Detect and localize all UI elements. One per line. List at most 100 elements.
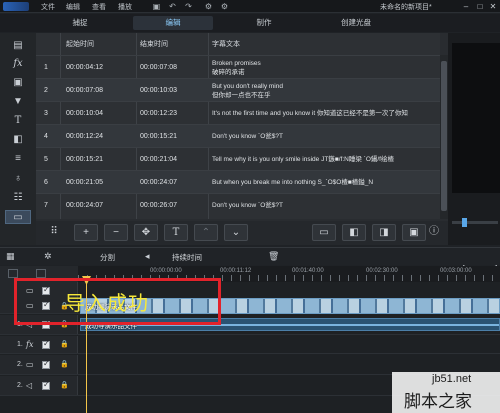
track-number: 2. bbox=[17, 382, 23, 389]
end-time[interactable]: 00:00:15:21 bbox=[140, 125, 210, 148]
end-time[interactable]: 00:00:10:03 bbox=[140, 79, 210, 102]
monitor-icon: ▭ bbox=[26, 360, 34, 369]
subtitle-text[interactable]: It's not the first time and you know it … bbox=[212, 102, 440, 125]
menu-view[interactable]: 查看 bbox=[92, 2, 106, 12]
row-number: 1 bbox=[44, 64, 48, 71]
end-time[interactable]: 00:00:12:23 bbox=[140, 102, 210, 125]
subtitle-text[interactable]: Don't you know `O瓮$?T bbox=[212, 125, 440, 148]
scrollbar-thumb[interactable] bbox=[441, 61, 447, 211]
tab-edit[interactable]: 编辑 bbox=[133, 16, 213, 30]
speaker-icon[interactable]: ◂ bbox=[145, 251, 150, 262]
start-time[interactable]: 00:00:24:07 bbox=[66, 194, 136, 217]
table-row[interactable]: 5 00:00:15:21 00:00:21:04 Tell me why it… bbox=[36, 147, 440, 170]
grip-icon: ⠿ bbox=[50, 226, 58, 237]
view-toggle-icon[interactable] bbox=[8, 269, 18, 278]
delete-icon[interactable]: 🗑 bbox=[268, 251, 279, 262]
move-icon[interactable]: ✥ bbox=[134, 224, 158, 241]
close-icon[interactable]: ✕ bbox=[487, 1, 499, 12]
table-row[interactable]: 1 00:00:04:12 00:00:07:08 Broken promise… bbox=[36, 55, 440, 78]
subtitle-text[interactable]: Tell me why it is you only smile inside … bbox=[212, 148, 440, 171]
redo-icon[interactable]: ↷ bbox=[184, 2, 193, 11]
table-row[interactable]: 7 00:00:24:07 00:00:26:07 Don't you know… bbox=[36, 193, 440, 216]
column-header-end[interactable]: 结束时间 bbox=[140, 35, 168, 55]
start-time[interactable]: 00:00:10:04 bbox=[66, 102, 136, 125]
track-enable-checkbox[interactable] bbox=[42, 359, 50, 369]
subtitle-text[interactable]: Don't you know `O瓮$?T bbox=[212, 194, 440, 217]
import-success-message: 导入成功 bbox=[65, 291, 149, 315]
text-icon[interactable]: T bbox=[164, 224, 188, 241]
start-time[interactable]: 00:00:04:12 bbox=[66, 56, 136, 79]
chapter-icon[interactable]: ☷ bbox=[10, 191, 26, 205]
down-icon[interactable]: ⌄ bbox=[224, 224, 248, 241]
folder-icon[interactable]: ▭ bbox=[312, 224, 336, 241]
add-subtitle-button[interactable]: + bbox=[74, 224, 98, 241]
minimize-icon[interactable]: – bbox=[460, 1, 472, 12]
track-manager-icon[interactable]: ▦ bbox=[6, 251, 15, 262]
menu-file[interactable]: 文件 bbox=[41, 2, 55, 12]
end-time[interactable]: 00:00:21:04 bbox=[140, 148, 210, 171]
table-row[interactable]: 2 00:00:07:08 00:00:10:03 But you don't … bbox=[36, 78, 440, 101]
start-time[interactable]: 00:00:15:21 bbox=[66, 148, 136, 171]
title-icon[interactable]: T bbox=[10, 114, 26, 128]
tab-create-disc[interactable]: 创建光盘 bbox=[316, 16, 396, 30]
preview-panel: ▷ □ ◁ bbox=[448, 33, 500, 267]
fx-icon[interactable]: fx bbox=[10, 57, 26, 71]
preview-slider[interactable] bbox=[452, 221, 498, 224]
table-row[interactable]: 4 00:00:12:24 00:00:15:21 Don't you know… bbox=[36, 124, 440, 147]
transition-icon[interactable]: ◧ bbox=[10, 133, 26, 147]
slider-knob[interactable] bbox=[462, 218, 467, 227]
maximize-icon[interactable]: □ bbox=[474, 1, 486, 12]
subtitle-text[interactable]: But when you break me into nothing S_`O$… bbox=[212, 171, 440, 194]
end-time[interactable]: 00:00:07:08 bbox=[140, 56, 210, 79]
lock-icon[interactable]: 🔒 bbox=[60, 381, 69, 389]
table-row[interactable]: 3 00:00:10:04 00:00:12:23 It's not the f… bbox=[36, 101, 440, 124]
tab-produce[interactable]: 制作 bbox=[224, 16, 304, 30]
end-time[interactable]: 00:00:24:07 bbox=[140, 171, 210, 194]
audio-mixing-icon[interactable]: ≡ bbox=[10, 152, 26, 166]
settings-icon[interactable]: ▣ bbox=[402, 224, 426, 241]
vertical-scrollbar[interactable] bbox=[440, 55, 448, 219]
export-icon[interactable]: ◨ bbox=[372, 224, 396, 241]
gear-icon[interactable]: ⚙ bbox=[220, 2, 229, 11]
remove-subtitle-button[interactable]: − bbox=[104, 224, 128, 241]
zoom-icon[interactable] bbox=[36, 269, 46, 278]
undo-icon[interactable]: ↶ bbox=[168, 2, 177, 11]
track-enable-checkbox[interactable] bbox=[42, 339, 50, 349]
voiceover-icon[interactable]: ♁ bbox=[10, 172, 26, 186]
up-icon[interactable]: ⌃ bbox=[194, 224, 218, 241]
lock-icon[interactable]: 🔒 bbox=[60, 340, 69, 348]
column-header-start[interactable]: 起始时间 bbox=[66, 35, 94, 55]
start-time[interactable]: 00:00:12:24 bbox=[66, 125, 136, 148]
menu-edit[interactable]: 编辑 bbox=[66, 2, 80, 12]
preview-screen bbox=[452, 43, 500, 193]
watermark-url: jb51.net bbox=[432, 373, 472, 385]
pip-icon[interactable]: ▣ bbox=[10, 76, 26, 90]
table-row[interactable]: 6 00:00:21:05 00:00:24:07 But when you b… bbox=[36, 170, 440, 193]
effect-track[interactable]: 1. fx 🔒 bbox=[0, 336, 500, 354]
ruler-label: 00:01:40:00 bbox=[292, 268, 324, 274]
start-time[interactable]: 00:00:21:05 bbox=[66, 171, 136, 194]
tab-capture[interactable]: 捕捉 bbox=[40, 16, 120, 30]
info-icon[interactable]: ⓘ bbox=[424, 224, 444, 241]
track-enable-checkbox[interactable] bbox=[42, 380, 50, 390]
column-header-text[interactable]: 字幕文本 bbox=[212, 35, 240, 55]
row-number: 6 bbox=[44, 179, 48, 186]
magic-icon[interactable]: ✲ bbox=[44, 251, 52, 262]
save-icon[interactable]: ▣ bbox=[152, 2, 161, 11]
menu-play[interactable]: 播放 bbox=[118, 2, 132, 12]
media-room-icon[interactable]: ▤ bbox=[10, 39, 26, 53]
particle-icon[interactable]: ▼ bbox=[10, 95, 26, 109]
duration-button[interactable]: 持续时间 bbox=[172, 252, 202, 263]
mode-tabs: 捕捉 编辑 制作 创建光盘 bbox=[0, 14, 500, 32]
split-button[interactable]: 分割 bbox=[100, 252, 115, 263]
start-time[interactable]: 00:00:07:08 bbox=[66, 79, 136, 102]
end-time[interactable]: 00:00:26:07 bbox=[140, 194, 210, 217]
subtitle-text[interactable]: Broken promises 破碎的承诺 bbox=[212, 56, 440, 79]
project-title: 未命名的新项目* bbox=[380, 4, 432, 11]
settings-icon[interactable]: ⚙ bbox=[204, 2, 213, 11]
lock-icon[interactable]: 🔒 bbox=[60, 360, 69, 368]
subtitle-text[interactable]: But you don't really mind 但你却一点也不在乎 bbox=[212, 79, 440, 102]
import-icon[interactable]: ◧ bbox=[342, 224, 366, 241]
subtitle-icon[interactable]: ▭ bbox=[5, 210, 31, 224]
subtitle-room: 起始时间 结束时间 字幕文本 1 00:00:04:12 00:00:07:08… bbox=[36, 33, 448, 245]
